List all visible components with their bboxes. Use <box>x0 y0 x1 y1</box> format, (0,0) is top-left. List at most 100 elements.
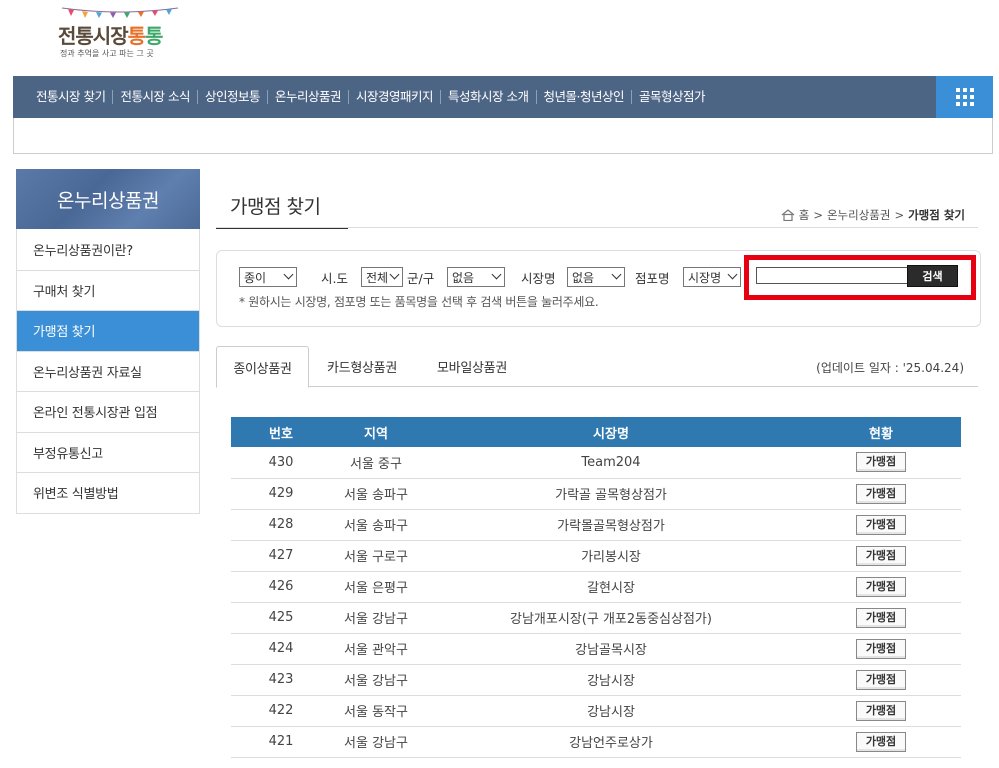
sido-select[interactable]: 전체 <box>361 267 403 287</box>
row-status: 가맹점 <box>801 540 961 572</box>
nav-item-market-search[interactable]: 전통시장 찾기 <box>29 90 112 104</box>
row-number: 427 <box>231 540 331 572</box>
row-market: 강남언주로상가 <box>421 726 801 758</box>
sidebar-title: 온누리상품권 <box>16 169 200 229</box>
row-market: 강남골목시장 <box>421 633 801 665</box>
row-market: 가락몰골목형상점가 <box>421 509 801 541</box>
nav-item-youth-mall[interactable]: 청년몰·청년상인 <box>535 90 631 104</box>
row-status: 가맹점 <box>801 726 961 758</box>
update-date: (업데이트 일자 : '25.04.24) <box>816 361 964 375</box>
row-region: 서울 은평구 <box>331 571 421 603</box>
voucher-tabs: 종이상품권 카드형상품권 모바일상품권 (업데이트 일자 : '25.04.24… <box>216 346 978 388</box>
row-status: 가맹점 <box>801 447 961 479</box>
row-region: 서울 중구 <box>331 447 421 479</box>
table-row: 421 서울 강남구 강남언주로상가 가맹점 <box>231 726 961 758</box>
nav-item-specialized-market[interactable]: 특성화시장 소개 <box>440 90 535 104</box>
row-market: 강남개포시장(구 개포2동중심상점가) <box>421 602 801 634</box>
store-list-button[interactable]: 가맹점 <box>856 669 906 690</box>
store-list-button[interactable]: 가맹점 <box>856 731 906 752</box>
row-region: 서울 송파구 <box>331 509 421 541</box>
nav-item-onnuri[interactable]: 온누리상품권 <box>266 90 348 104</box>
search-hint: * 원하시는 시장명, 점포명 또는 품목명을 선택 후 검색 버튼을 눌러주세… <box>239 295 599 309</box>
row-market: Team204 <box>421 447 801 479</box>
row-region: 서울 강남구 <box>331 664 421 696</box>
sidebar-item-fraud-report[interactable]: 부정유통신고 <box>17 431 199 473</box>
row-region: 서울 구로구 <box>331 540 421 572</box>
row-market: 갈현시장 <box>421 571 801 603</box>
chevron-down-icon <box>611 269 622 280</box>
logo-wordmark: 전통시장통통 <box>58 24 163 48</box>
table-row: 427 서울 구로구 가리봉시장 가맹점 <box>231 540 961 572</box>
chevron-right-icon: > <box>813 208 823 222</box>
market-label: 시장명 <box>521 271 556 286</box>
header-number: 번호 <box>231 417 331 447</box>
store-list-button[interactable]: 가맹점 <box>856 545 906 566</box>
row-status: 가맹점 <box>801 602 961 634</box>
row-number: 428 <box>231 509 331 541</box>
nav-item-alley-shopping[interactable]: 골목형상점가 <box>630 90 712 104</box>
bunting-flags-icon <box>61 7 179 18</box>
table-row: 422 서울 동작구 강남시장 가맹점 <box>231 695 961 727</box>
sidebar-item-about[interactable]: 온누리상품권이란? <box>17 229 199 270</box>
site-logo[interactable]: 전통시장통통 정과 추억을 사고 파는 그 곳 <box>58 6 188 62</box>
sidebar-item-store-search[interactable]: 가맹점 찾기 <box>17 310 199 351</box>
header-market: 시장명 <box>421 417 801 447</box>
row-number: 421 <box>231 726 331 758</box>
sub-nav-bar <box>13 118 993 154</box>
row-status: 가맹점 <box>801 571 961 603</box>
row-number: 424 <box>231 633 331 665</box>
page-title: 가맹점 찾기 <box>216 192 348 229</box>
row-region: 서울 송파구 <box>331 478 421 510</box>
gungu-select[interactable]: 없음 <box>447 267 505 287</box>
store-list-button[interactable]: 가맹점 <box>856 607 906 628</box>
grid-menu-icon <box>955 88 974 106</box>
chevron-right-icon: > <box>894 208 905 222</box>
table-row: 424 서울 관악구 강남골목시장 가맹점 <box>231 633 961 665</box>
store-list-button[interactable]: 가맹점 <box>856 576 906 597</box>
nav-item-market-news[interactable]: 전통시장 소식 <box>112 90 196 104</box>
voucher-type-select[interactable]: 종이 <box>239 267 297 287</box>
table-row: 423 서울 강남구 강남시장 가맹점 <box>231 664 961 696</box>
breadcrumb-home[interactable]: 홈 <box>799 207 810 223</box>
breadcrumb-level1[interactable]: 온누리상품권 <box>827 207 890 223</box>
title-divider <box>216 227 978 228</box>
row-number: 429 <box>231 478 331 510</box>
row-status: 가맹점 <box>801 509 961 541</box>
home-icon[interactable] <box>781 209 795 221</box>
store-list-button[interactable]: 가맹점 <box>856 452 906 473</box>
all-menu-button[interactable] <box>936 76 993 118</box>
sidebar-item-archive[interactable]: 온누리상품권 자료실 <box>17 350 199 392</box>
keyword-input[interactable] <box>756 267 908 284</box>
store-list-button[interactable]: 가맹점 <box>856 638 906 659</box>
store-list-button[interactable]: 가맹점 <box>856 700 906 721</box>
chevron-down-icon <box>491 269 502 280</box>
sido-label: 시.도 <box>321 271 348 286</box>
search-button[interactable]: 검색 <box>907 265 958 287</box>
keyword-type-select[interactable]: 시장명 <box>683 267 741 287</box>
row-status: 가맹점 <box>801 664 961 696</box>
market-select[interactable]: 없음 <box>567 267 625 287</box>
table-row: 426 서울 은평구 갈현시장 가맹점 <box>231 571 961 603</box>
tab-paper-voucher[interactable]: 종이상품권 <box>216 346 309 388</box>
row-status: 가맹점 <box>801 695 961 727</box>
row-region: 서울 강남구 <box>331 726 421 758</box>
sidebar-item-counterfeit-guide[interactable]: 위변조 식별방법 <box>17 472 199 513</box>
sidebar-item-online-entry[interactable]: 온라인 전통시장관 입점 <box>17 391 199 432</box>
tab-card-voucher[interactable]: 카드형상품권 <box>312 346 412 387</box>
row-market: 가리봉시장 <box>421 540 801 572</box>
row-number: 426 <box>231 571 331 603</box>
row-region: 서울 강남구 <box>331 602 421 634</box>
store-list-button[interactable]: 가맹점 <box>856 483 906 504</box>
header-region: 지역 <box>331 417 421 447</box>
sidebar-item-purchase-place[interactable]: 구매처 찾기 <box>17 269 199 311</box>
row-number: 430 <box>231 447 331 479</box>
row-number: 425 <box>231 602 331 634</box>
nav-item-management-package[interactable]: 시장경영패키지 <box>348 90 440 104</box>
table-row: 428 서울 송파구 가락몰골목형상점가 가맹점 <box>231 509 961 541</box>
sidebar: 온누리상품권 온누리상품권이란? 구매처 찾기 가맹점 찾기 온누리상품권 자료… <box>16 169 200 514</box>
row-market: 강남시장 <box>421 695 801 727</box>
breadcrumb-current: 가맹점 찾기 <box>908 208 965 222</box>
tab-mobile-voucher[interactable]: 모바일상품권 <box>422 346 522 387</box>
nav-item-merchant-info[interactable]: 상인정보통 <box>196 90 267 104</box>
store-list-button[interactable]: 가맹점 <box>856 514 906 535</box>
